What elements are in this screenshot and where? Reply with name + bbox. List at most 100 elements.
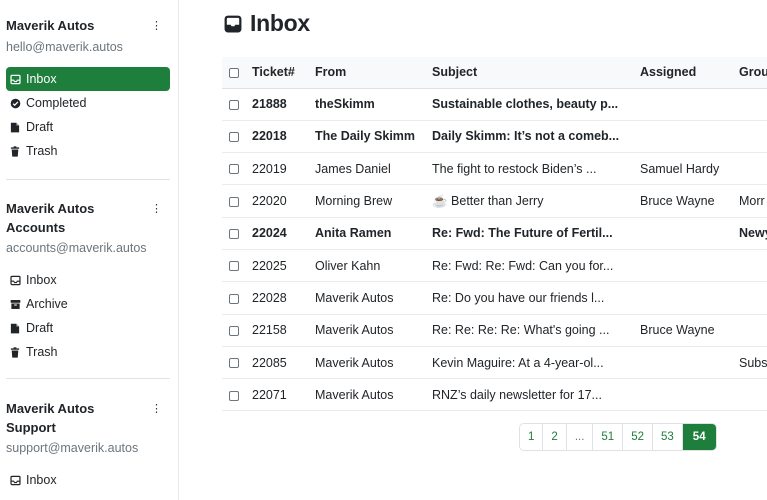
account-section: Maverik Autos ⋮ hello@maverik.autos Inbox Co… bbox=[0, 16, 178, 163]
subject-cell[interactable]: RNZ’s daily newsletter for 17... bbox=[432, 378, 640, 412]
sidebar: Maverik Autos ⋮ hello@maverik.autos Inbox Co… bbox=[0, 0, 179, 500]
account-name-line: Maverik Autos bbox=[6, 201, 95, 216]
row-checkbox[interactable] bbox=[229, 164, 239, 175]
ticket-number: 22028 bbox=[252, 281, 315, 315]
sidebar-item-inbox[interactable]: Inbox bbox=[6, 268, 170, 292]
ticket-number: 22158 bbox=[252, 314, 315, 347]
subject-cell[interactable]: Re: Re: Re: Re: What's going ... bbox=[432, 314, 640, 347]
ticket-number: 22025 bbox=[252, 249, 315, 283]
ticket-number: 21888 bbox=[252, 88, 315, 121]
main-content: Inbox Ticket# From Subject Assigned Grou… bbox=[179, 0, 767, 500]
account-name-line: Maverik Autos bbox=[6, 18, 95, 33]
archive-icon bbox=[9, 298, 21, 310]
account-name-line: Accounts bbox=[6, 220, 66, 235]
ticket-number: 22024 bbox=[252, 217, 315, 250]
page-button-53[interactable]: 53 bbox=[652, 424, 682, 450]
subject-cell[interactable]: Re: Fwd: The Future of Fertil... bbox=[432, 217, 640, 250]
row-checkbox[interactable] bbox=[229, 99, 239, 110]
trash-icon bbox=[9, 346, 21, 358]
from-cell: Maverik Autos bbox=[315, 281, 432, 315]
row-select-cell bbox=[222, 378, 252, 412]
assigned-cell bbox=[640, 281, 739, 315]
row-select-cell bbox=[222, 88, 252, 121]
table-row[interactable]: 21888 theSkimm Sustainable clothes, beauty… bbox=[222, 88, 767, 121]
subject-cell[interactable]: Daily Skimm: It’s not a comeb... bbox=[432, 120, 640, 154]
ticket-number: 22071 bbox=[252, 378, 315, 412]
table-row[interactable]: 22071 Maverik Autos RNZ’s daily newsletter… bbox=[222, 378, 767, 412]
account-name-line: Support bbox=[6, 420, 56, 435]
select-all-checkbox[interactable] bbox=[229, 67, 239, 78]
column-header-ticket[interactable]: Ticket# bbox=[252, 57, 315, 89]
page-button-54[interactable]: 54 bbox=[681, 424, 716, 450]
sidebar-item-label: Trash bbox=[26, 144, 58, 158]
page-button-2[interactable]: 2 bbox=[542, 424, 566, 450]
sidebar-divider bbox=[6, 179, 170, 180]
subject-cell[interactable]: Kevin Maguire: At a 4-year-ol... bbox=[432, 346, 640, 380]
subject-cell[interactable]: Re: Fwd: Re: Fwd: Can you for... bbox=[432, 249, 640, 283]
from-cell: James Daniel bbox=[315, 152, 432, 186]
column-header-assigned[interactable]: Assigned bbox=[640, 57, 739, 89]
pagination: 1 2... 51 52 53 54 bbox=[519, 423, 717, 451]
table-row[interactable]: 22018 The Daily Skimm Daily Skimm: It’s no… bbox=[222, 120, 767, 154]
row-checkbox[interactable] bbox=[229, 358, 239, 369]
subject-cell[interactable]: ☕ Better than Jerry bbox=[432, 184, 640, 218]
sidebar-item-inbox[interactable]: Inbox bbox=[6, 468, 170, 492]
account-section: Maverik Autos Support ⋮ support@maverik.aut… bbox=[0, 399, 178, 492]
assigned-cell: Bruce Wayne bbox=[640, 314, 739, 347]
sidebar-item-inbox[interactable]: Inbox bbox=[6, 67, 170, 91]
page-title: Inbox bbox=[250, 10, 310, 36]
group-cell bbox=[739, 281, 767, 315]
kebab-icon[interactable]: ⋮ bbox=[151, 200, 162, 219]
inbox-icon bbox=[9, 474, 21, 486]
row-select-cell bbox=[222, 120, 252, 154]
sidebar-item-archive[interactable]: Archive bbox=[6, 292, 170, 316]
assigned-cell: Bruce Wayne bbox=[640, 184, 739, 218]
kebab-icon[interactable]: ⋮ bbox=[151, 17, 162, 36]
table-row[interactable]: 22085 Maverik Autos Kevin Maguire: At a 4-… bbox=[222, 346, 767, 380]
table-row[interactable]: 22024 Anita Ramen Re: Fwd: The Future of F… bbox=[222, 217, 767, 250]
from-cell: The Daily Skimm bbox=[315, 120, 432, 154]
table-row[interactable]: 22028 Maverik Autos Re: Do you have our fr… bbox=[222, 281, 767, 315]
sidebar-item-completed[interactable]: Completed bbox=[6, 91, 170, 115]
column-header-subject[interactable]: Subject bbox=[432, 57, 640, 89]
check-circle-icon bbox=[9, 97, 21, 109]
kebab-icon[interactable]: ⋮ bbox=[151, 400, 162, 419]
account-name: Maverik Autos Accounts bbox=[6, 199, 94, 237]
table-row[interactable]: 22158 Maverik Autos Re: Re: Re: Re: What's… bbox=[222, 314, 767, 347]
ticket-number: 22018 bbox=[252, 120, 315, 154]
inbox-icon bbox=[9, 274, 21, 286]
from-cell: Oliver Kahn bbox=[315, 249, 432, 283]
column-header-from[interactable]: From bbox=[315, 57, 432, 89]
from-cell: Morning Brew bbox=[315, 184, 432, 218]
table-row[interactable]: 22019 James Daniel The fight to restock Bi… bbox=[222, 152, 767, 186]
subject-cell[interactable]: Re: Do you have our friends l... bbox=[432, 281, 640, 315]
assigned-cell bbox=[640, 217, 739, 250]
table-row[interactable]: 22020 Morning Brew ☕ Better than Jerry Bruc… bbox=[222, 184, 767, 218]
subject-cell[interactable]: The fight to restock Biden’s ... bbox=[432, 152, 640, 186]
sidebar-item-draft[interactable]: Draft bbox=[6, 316, 170, 340]
row-select-cell bbox=[222, 152, 252, 186]
sidebar-item-trash[interactable]: Trash bbox=[6, 340, 170, 364]
file-icon bbox=[9, 121, 21, 133]
account-email: accounts@maverik.autos bbox=[6, 241, 147, 255]
row-checkbox[interactable] bbox=[229, 390, 239, 401]
account-header: Maverik Autos Accounts ⋮ bbox=[6, 199, 178, 237]
sidebar-item-trash[interactable]: Trash bbox=[6, 139, 170, 163]
row-checkbox[interactable] bbox=[229, 261, 239, 272]
page-button-1[interactable]: 1 bbox=[520, 424, 543, 450]
subject-cell[interactable]: Sustainable clothes, beauty p... bbox=[432, 88, 640, 121]
row-checkbox[interactable] bbox=[229, 132, 239, 143]
row-checkbox[interactable] bbox=[229, 229, 239, 240]
account-nav: Inbox Archive Draft Trash bbox=[6, 268, 178, 364]
sidebar-item-draft[interactable]: Draft bbox=[6, 115, 170, 139]
page-button-51[interactable]: 51 bbox=[592, 424, 623, 450]
column-header-group[interactable]: Grou bbox=[739, 57, 767, 89]
from-cell: Maverik Autos bbox=[315, 346, 432, 380]
sidebar-item-label: Inbox bbox=[26, 72, 57, 86]
table-row[interactable]: 22025 Oliver Kahn Re: Fwd: Re: Fwd: Can yo… bbox=[222, 249, 767, 283]
group-cell: Subs bbox=[739, 346, 767, 380]
row-checkbox[interactable] bbox=[229, 293, 239, 304]
row-checkbox[interactable] bbox=[229, 196, 239, 207]
row-checkbox[interactable] bbox=[229, 325, 239, 336]
page-button-52[interactable]: 52 bbox=[622, 424, 652, 450]
